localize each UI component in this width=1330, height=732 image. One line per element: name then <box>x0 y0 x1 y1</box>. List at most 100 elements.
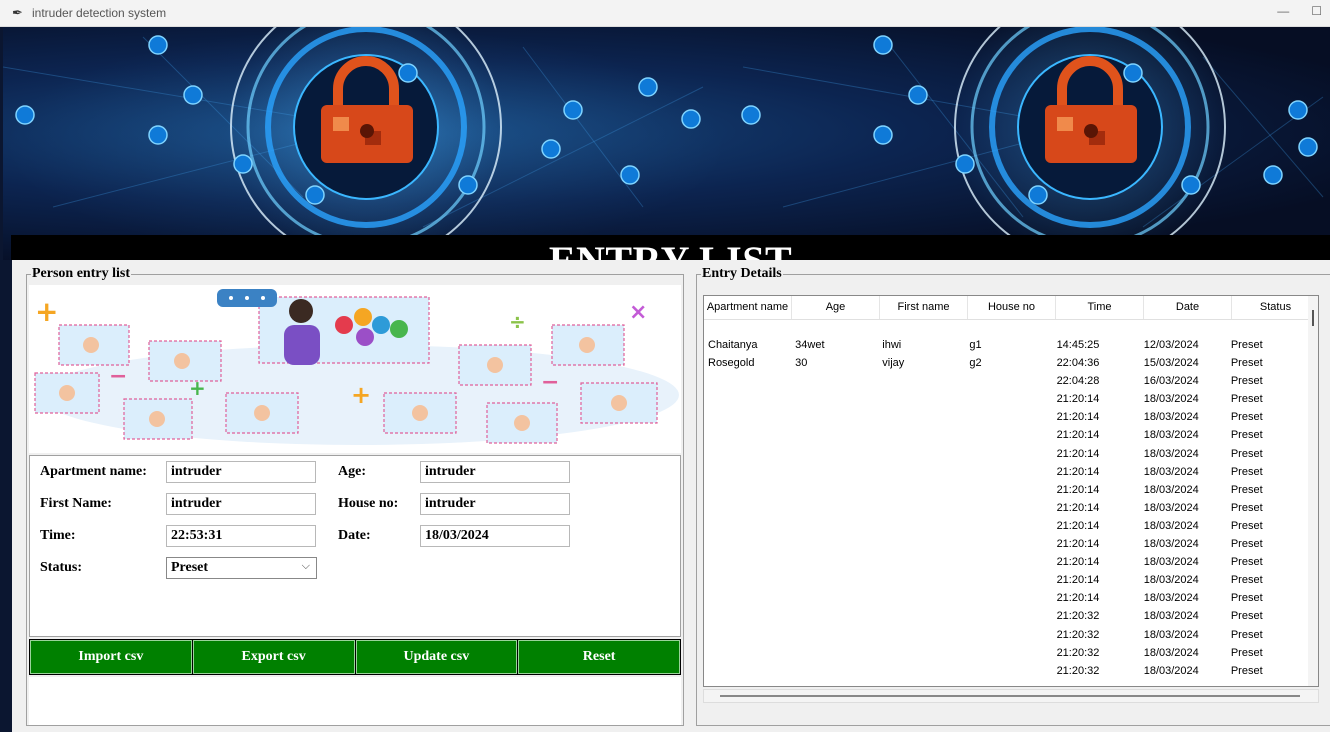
table-cell <box>704 499 791 517</box>
table-cell: 22:04:28 <box>1056 375 1100 388</box>
export-csv-button[interactable]: Export csv <box>192 640 355 674</box>
table-cell: 14:45:25 <box>1056 339 1100 351</box>
table-cell: Preset <box>1230 375 1263 388</box>
table-cell: Preset <box>1230 628 1263 641</box>
table-cell: Preset <box>1230 411 1263 424</box>
table-cell <box>791 553 878 571</box>
table-cell <box>878 607 965 625</box>
table-cell: 18/03/2024 <box>1143 574 1199 587</box>
table-cell: 18/03/2024 <box>1143 646 1199 659</box>
table-row[interactable]: 21:20:32 18/03/2024 Preset <box>704 662 1314 680</box>
table-cell: 18/03/2024 <box>1143 610 1199 623</box>
maximize-button[interactable]: ☐ <box>1311 4 1322 18</box>
table-cell: Preset <box>1230 646 1263 659</box>
column-header[interactable]: Apartment name <box>704 296 792 319</box>
svg-text:−: − <box>541 370 559 395</box>
table-cell <box>965 408 1052 426</box>
table-cell <box>878 644 965 662</box>
table-body: Chaitanya 34wet ihwi g1 14:45:25 12/03/2024 Pr… <box>704 336 1314 680</box>
table-cell: 21:20:14 <box>1056 465 1100 478</box>
table-cell <box>704 662 791 680</box>
table-cell <box>878 626 965 644</box>
window-title: intruder detection system <box>32 6 167 20</box>
table-row[interactable]: 21:20:32 18/03/2024 Preset <box>704 607 1314 625</box>
import-csv-button[interactable]: Import csv <box>30 640 192 674</box>
column-header[interactable]: Status <box>1232 296 1318 319</box>
entry-details-table[interactable]: Apartment name Age First name House no Time D… <box>703 295 1319 687</box>
update-csv-button[interactable]: Update csv <box>355 640 518 674</box>
table-cell: g2 <box>969 357 982 370</box>
table-cell: Preset <box>1230 501 1263 514</box>
table-cell <box>704 408 791 426</box>
date-input[interactable]: 18/03/2024 <box>420 525 570 547</box>
page-title: ENTRY LIST <box>11 237 1330 260</box>
table-cell <box>791 481 878 499</box>
table-cell <box>878 535 965 553</box>
table-row[interactable]: 21:20:14 18/03/2024 Preset <box>704 535 1314 553</box>
table-cell <box>965 589 1052 607</box>
table-row[interactable]: 22:04:28 16/03/2024 Preset <box>704 372 1314 390</box>
table-cell <box>791 571 878 589</box>
vertical-scrollbar[interactable] <box>1308 296 1318 686</box>
column-header[interactable]: House no <box>968 296 1056 319</box>
table-row[interactable]: 21:20:14 18/03/2024 Preset <box>704 390 1314 408</box>
column-header[interactable]: Age <box>792 296 880 319</box>
table-cell <box>791 535 878 553</box>
window-controls: — ☐ <box>1277 4 1322 18</box>
table-cell: Preset <box>1230 429 1263 442</box>
status-select[interactable]: Preset ⌵ <box>166 557 317 579</box>
table-cell <box>791 408 878 426</box>
table-row[interactable]: 21:20:14 18/03/2024 Preset <box>704 589 1314 607</box>
table-cell: Preset <box>1230 538 1263 551</box>
table-cell <box>965 372 1052 390</box>
column-header[interactable]: Time <box>1056 296 1144 319</box>
table-cell: Preset <box>1230 592 1263 605</box>
status-label: Status: <box>40 560 83 575</box>
lock-graphic-left <box>226 27 506 260</box>
table-row[interactable]: 21:20:14 18/03/2024 Preset <box>704 553 1314 571</box>
table-cell <box>791 499 878 517</box>
table-row[interactable]: 21:20:32 18/03/2024 Preset <box>704 644 1314 662</box>
table-cell: Preset <box>1230 664 1263 677</box>
reset-button[interactable]: Reset <box>518 640 680 674</box>
table-cell <box>878 517 965 535</box>
illustration-image: + × ÷ + + − − <box>34 289 679 445</box>
table-cell <box>965 662 1052 680</box>
table-row[interactable]: 21:20:14 18/03/2024 Preset <box>704 499 1314 517</box>
table-row[interactable]: 21:20:14 18/03/2024 Preset <box>704 426 1314 444</box>
column-header[interactable]: Date <box>1144 296 1232 319</box>
horizontal-scrollbar[interactable] <box>703 689 1319 703</box>
age-input[interactable]: intruder <box>420 461 570 483</box>
table-cell: 18/03/2024 <box>1143 501 1199 514</box>
svg-text:×: × <box>629 300 647 325</box>
table-row[interactable]: 21:20:14 18/03/2024 Preset <box>704 408 1314 426</box>
entry-details-frame: Entry Details Apartment name Age First nam… <box>696 266 1330 726</box>
vertical-scroll-thumb[interactable] <box>1312 310 1314 326</box>
table-row[interactable]: 21:20:14 18/03/2024 Preset <box>704 463 1314 481</box>
table-row[interactable]: Rosegold 30 vijay g2 22:04:36 15/03/2024 Prese… <box>704 354 1314 372</box>
table-cell <box>704 372 791 390</box>
table-row[interactable]: 21:20:14 18/03/2024 Preset <box>704 445 1314 463</box>
time-input[interactable]: 22:53:31 <box>166 525 316 547</box>
table-cell <box>878 390 965 408</box>
table-cell: vijay <box>882 357 905 370</box>
table-row[interactable]: 21:20:32 18/03/2024 Preset <box>704 626 1314 644</box>
table-cell: Preset <box>1230 357 1263 370</box>
table-row[interactable]: 21:20:14 18/03/2024 Preset <box>704 481 1314 499</box>
table-cell: 21:20:14 <box>1056 447 1100 460</box>
table-cell: 34wet <box>795 339 825 351</box>
table-row[interactable]: Chaitanya 34wet ihwi g1 14:45:25 12/03/2024 Pr… <box>704 336 1314 354</box>
horizontal-scroll-thumb[interactable] <box>720 695 1300 697</box>
entry-form: Apartment name: intruder Age: intruder F… <box>29 455 681 637</box>
table-cell: 18/03/2024 <box>1143 556 1199 569</box>
first-name-input[interactable]: intruder <box>166 493 316 515</box>
table-row[interactable]: 21:20:14 18/03/2024 Preset <box>704 571 1314 589</box>
apartment-name-input[interactable]: intruder <box>166 461 316 483</box>
table-row[interactable]: 21:20:14 18/03/2024 Preset <box>704 517 1314 535</box>
minimize-button[interactable]: — <box>1277 4 1289 18</box>
table-cell <box>791 589 878 607</box>
house-no-input[interactable]: intruder <box>420 493 570 515</box>
svg-text:+: + <box>351 381 371 409</box>
column-header[interactable]: First name <box>880 296 968 319</box>
table-cell <box>791 644 878 662</box>
